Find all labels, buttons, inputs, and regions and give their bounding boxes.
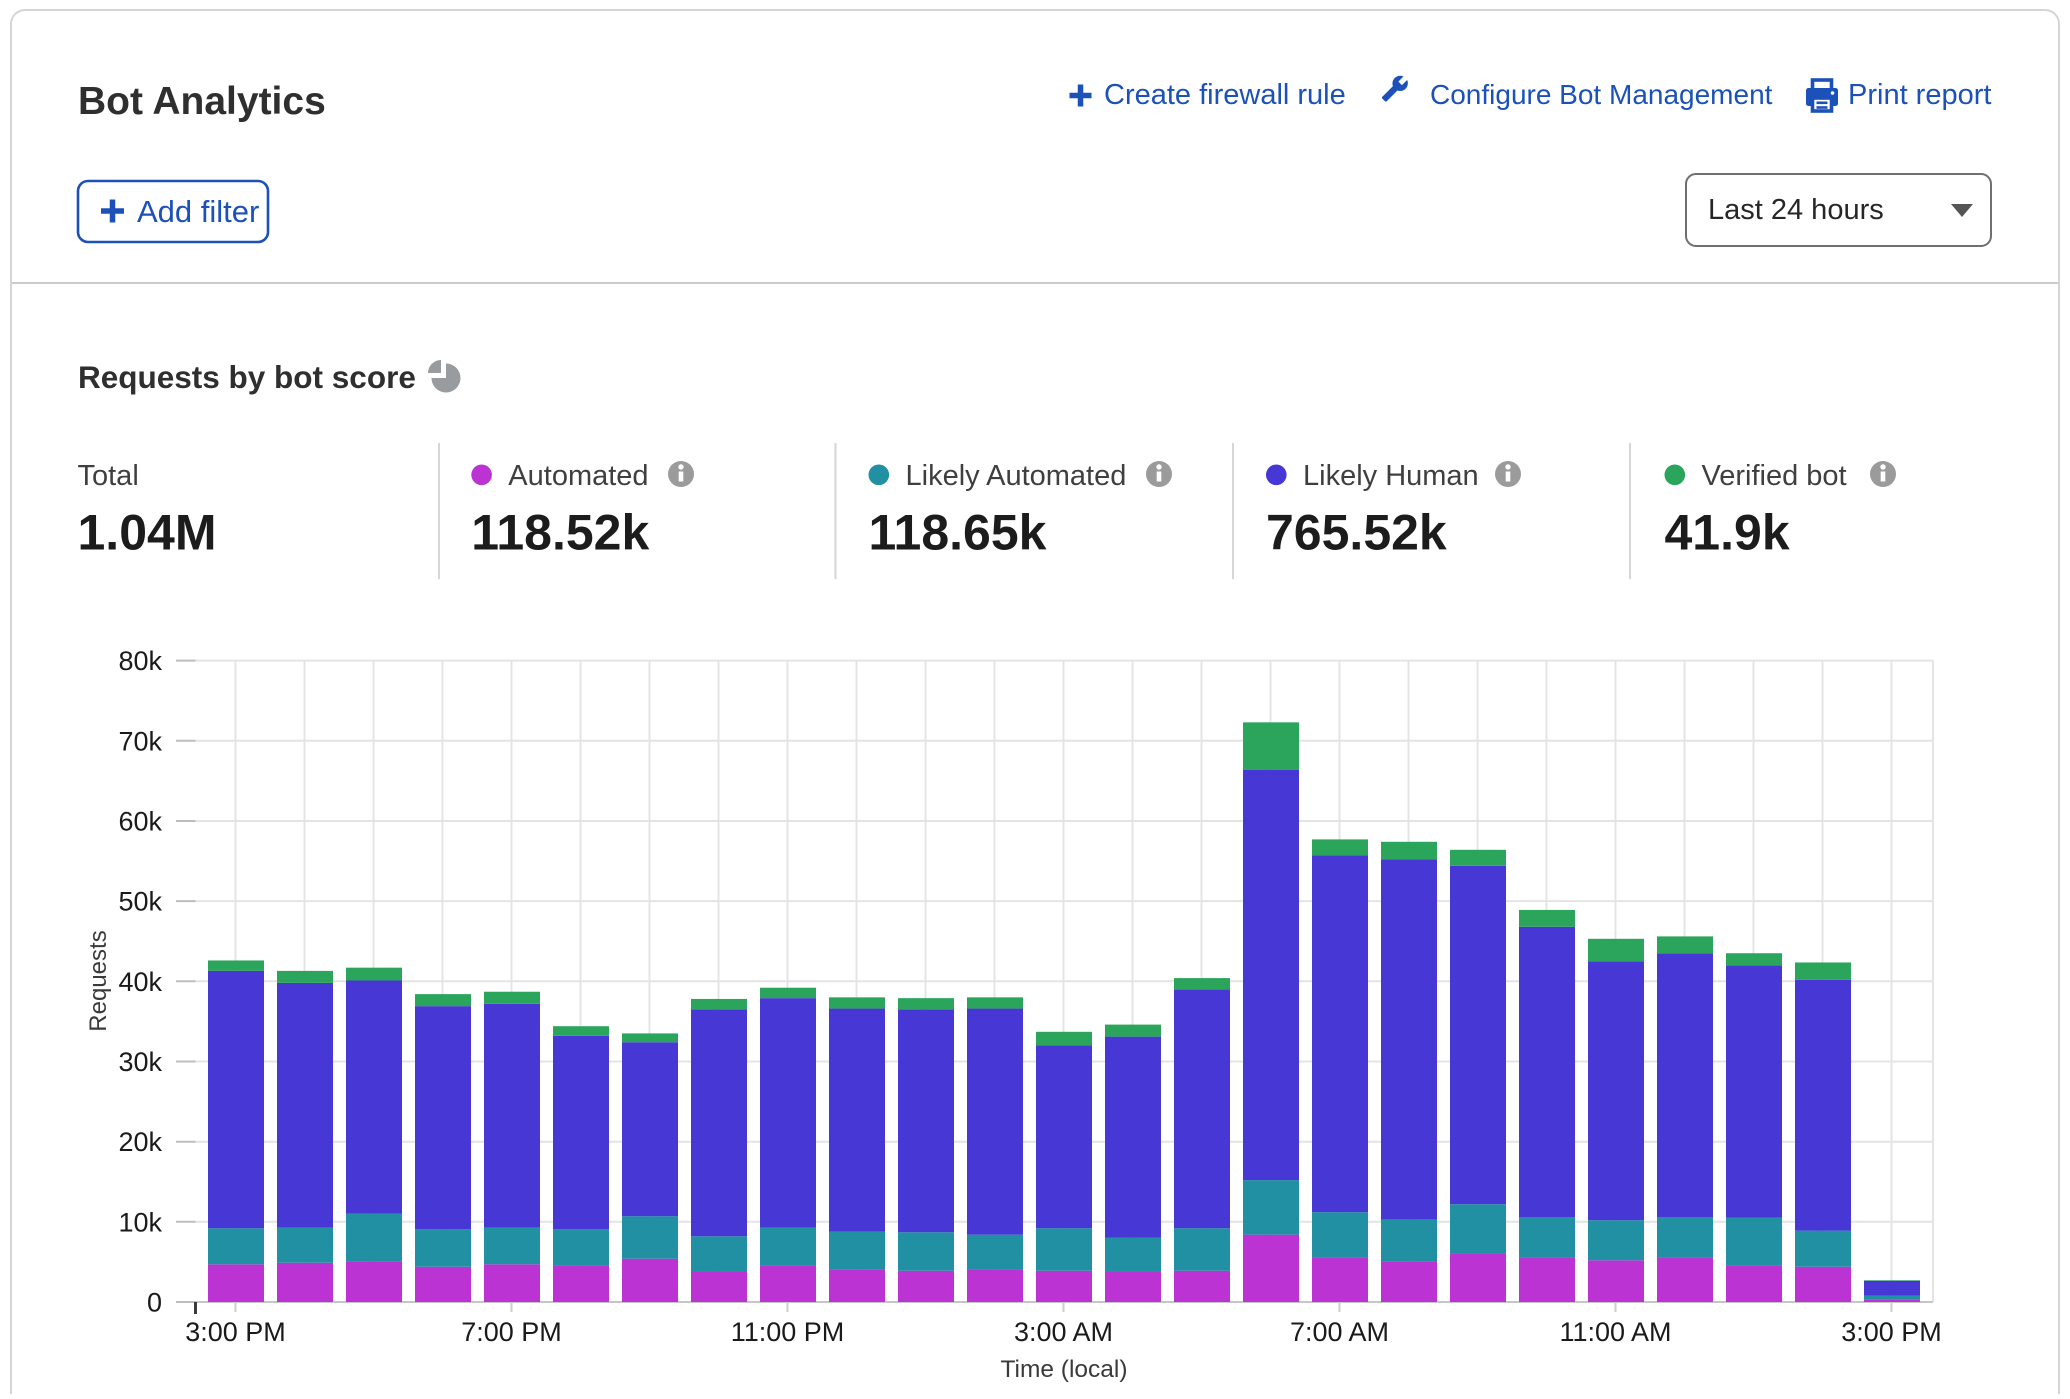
svg-text:Likely Automated: Likely Automated xyxy=(906,460,1127,492)
svg-text:0: 0 xyxy=(147,1288,162,1318)
svg-text:765.52k: 765.52k xyxy=(1266,505,1447,561)
svg-text:Requests: Requests xyxy=(85,930,112,1031)
svg-text:3:00 AM: 3:00 AM xyxy=(1014,1317,1113,1347)
svg-text:80k: 80k xyxy=(118,646,162,676)
svg-text:118.65k: 118.65k xyxy=(869,505,1047,561)
svg-text:Configure Bot Management: Configure Bot Management xyxy=(1430,79,1773,110)
svg-text:Add filter: Add filter xyxy=(137,194,259,229)
svg-text:Total: Total xyxy=(78,460,139,492)
svg-text:30k: 30k xyxy=(118,1047,162,1077)
svg-text:Likely Human: Likely Human xyxy=(1303,460,1479,492)
svg-text:Bot Analytics: Bot Analytics xyxy=(78,80,326,123)
svg-text:70k: 70k xyxy=(118,726,162,756)
svg-text:41.9k: 41.9k xyxy=(1665,505,1790,561)
svg-text:60k: 60k xyxy=(118,807,162,837)
svg-text:Requests by bot score: Requests by bot score xyxy=(78,359,416,395)
svg-text:40k: 40k xyxy=(118,967,162,997)
svg-text:Automated: Automated xyxy=(508,460,648,492)
svg-text:Create firewall rule: Create firewall rule xyxy=(1104,79,1346,111)
svg-text:7:00 PM: 7:00 PM xyxy=(461,1317,562,1347)
svg-text:50k: 50k xyxy=(118,887,162,917)
svg-text:3:00 PM: 3:00 PM xyxy=(185,1317,286,1347)
svg-text:118.52k: 118.52k xyxy=(471,505,649,561)
svg-text:10k: 10k xyxy=(118,1207,162,1237)
svg-text:11:00 AM: 11:00 AM xyxy=(1559,1317,1671,1347)
svg-text:Print report: Print report xyxy=(1848,79,1991,111)
svg-text:1.04M: 1.04M xyxy=(78,505,217,561)
svg-text:7:00 AM: 7:00 AM xyxy=(1290,1317,1389,1347)
svg-text:Last 24 hours: Last 24 hours xyxy=(1708,194,1884,226)
svg-text:Verified bot: Verified bot xyxy=(1702,460,1847,492)
svg-text:3:00 PM: 3:00 PM xyxy=(1841,1317,1942,1347)
svg-text:11:00 PM: 11:00 PM xyxy=(731,1317,845,1347)
svg-text:Time (local): Time (local) xyxy=(1000,1356,1127,1383)
svg-text:20k: 20k xyxy=(118,1127,162,1157)
